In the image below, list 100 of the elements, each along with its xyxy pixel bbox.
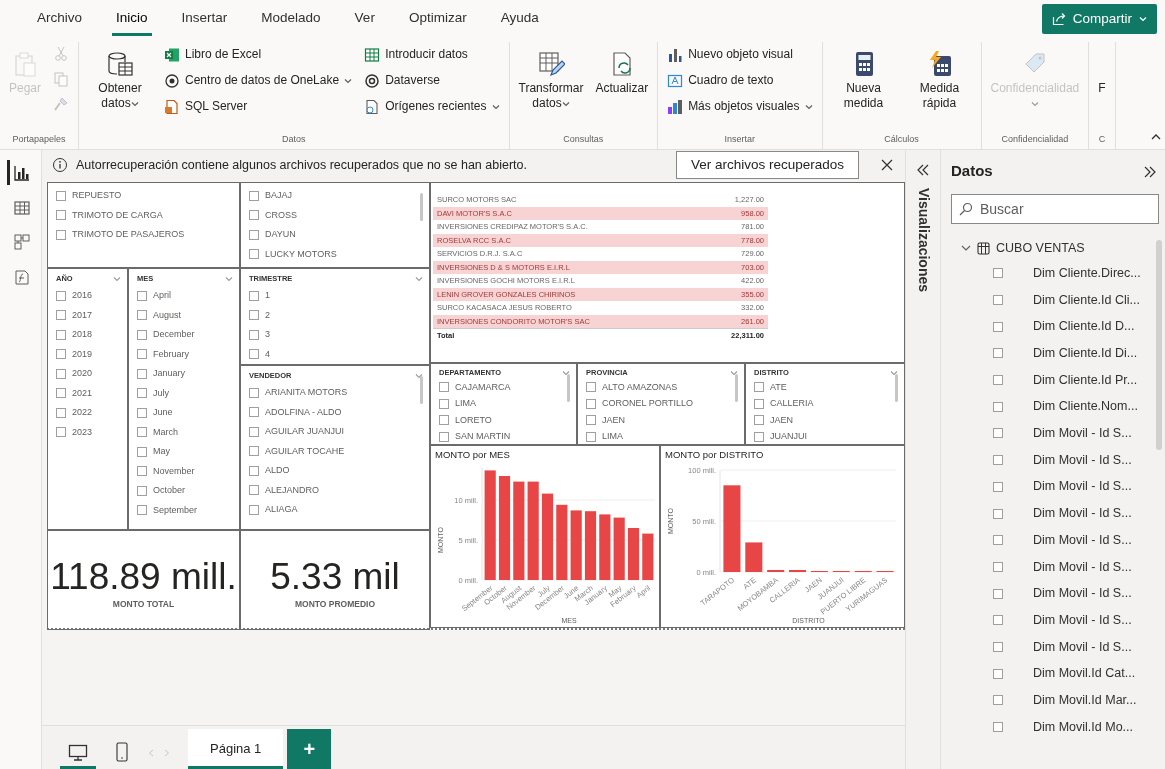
checkbox[interactable] xyxy=(56,229,66,240)
slicer-option[interactable]: 3 xyxy=(249,325,270,345)
checkbox[interactable] xyxy=(249,329,259,340)
slicer-option[interactable]: 2018 xyxy=(56,325,93,345)
slicer-option[interactable]: June xyxy=(137,403,173,423)
slicer-option[interactable]: ATE xyxy=(754,379,787,396)
slicer-option[interactable]: 2021 xyxy=(56,383,93,403)
checkbox[interactable] xyxy=(993,321,1003,332)
field-item[interactable]: Dim Cliente.Id D... xyxy=(951,313,1135,341)
slicer-option[interactable]: January xyxy=(137,364,186,384)
slicer-option[interactable]: September xyxy=(137,500,198,520)
menu-tab[interactable]: Inicio xyxy=(112,2,152,36)
slicer-option[interactable]: CAJAMARCA xyxy=(439,379,511,396)
checkbox[interactable] xyxy=(249,465,259,476)
checkbox[interactable] xyxy=(249,504,259,515)
menu-tab[interactable]: Modelado xyxy=(257,2,325,36)
checkbox[interactable] xyxy=(249,210,259,221)
checkbox[interactable] xyxy=(993,375,1003,386)
slicer-option[interactable]: 2019 xyxy=(56,344,93,364)
checkbox[interactable] xyxy=(249,310,259,321)
slicer-option[interactable]: 4 xyxy=(249,344,270,364)
field-item[interactable]: Dim Movil - Id S... xyxy=(951,580,1132,607)
slicer-option[interactable]: 1 xyxy=(249,286,270,306)
checkbox[interactable] xyxy=(249,290,259,301)
scrollbar[interactable] xyxy=(420,193,423,221)
checkbox[interactable] xyxy=(56,349,66,360)
ribbon-button[interactable]: Transformar datos xyxy=(515,42,587,113)
slicer-option[interactable]: ALDO xyxy=(249,461,290,481)
ribbon-button[interactable]: Nueva medida xyxy=(828,42,899,113)
checkbox[interactable] xyxy=(56,290,66,301)
checkbox[interactable] xyxy=(56,407,66,418)
checkbox[interactable] xyxy=(993,348,1003,359)
checkbox[interactable] xyxy=(137,427,147,438)
menu-tab[interactable]: Insertar xyxy=(177,2,232,36)
add-page-button[interactable]: + xyxy=(287,729,332,769)
checkbox[interactable] xyxy=(249,190,259,201)
ribbon-button[interactable]: Nuevo objeto visual xyxy=(664,42,816,67)
slicer-option[interactable]: October xyxy=(137,481,185,501)
checkbox[interactable] xyxy=(993,535,1003,546)
checkbox[interactable] xyxy=(586,398,596,409)
checkbox[interactable] xyxy=(993,722,1003,733)
slicer-option[interactable]: CORONEL PORTILLO xyxy=(586,395,694,412)
checkbox[interactable] xyxy=(993,615,1003,626)
ribbon-button[interactable]: Centro de datos de OneLake xyxy=(161,68,356,93)
field-item[interactable]: Dim Movil - Id S... xyxy=(951,553,1132,581)
page-tab[interactable]: Página 1 xyxy=(188,728,284,769)
checkbox[interactable] xyxy=(56,310,66,321)
checkbox[interactable] xyxy=(249,249,259,260)
slicer-option[interactable]: ALTO AMAZONAS xyxy=(586,379,678,396)
checkbox[interactable] xyxy=(586,415,596,426)
ribbon-button[interactable]: Obtener datos xyxy=(85,42,156,113)
checkbox[interactable] xyxy=(993,481,1003,492)
checkbox[interactable] xyxy=(993,561,1003,572)
slicer-option[interactable]: February xyxy=(137,344,189,364)
checkbox[interactable] xyxy=(754,415,764,426)
checkbox[interactable] xyxy=(993,455,1003,466)
field-item[interactable]: Dim Movil.Id Mo... xyxy=(951,713,1133,741)
checkbox[interactable] xyxy=(56,368,66,379)
scrollbar[interactable] xyxy=(420,376,423,404)
ribbon-button[interactable]: Cuadro de texto xyxy=(664,68,816,93)
slicer-option[interactable]: May xyxy=(137,442,170,462)
slicer-option[interactable]: CROSS xyxy=(249,205,297,225)
checkbox[interactable] xyxy=(993,695,1003,706)
checkbox[interactable] xyxy=(993,508,1003,519)
slicer-option[interactable]: CALLERIA xyxy=(754,395,814,412)
field-item[interactable]: Dim Movil.Id Cat... xyxy=(951,660,1136,687)
slicer-option[interactable]: LIMA xyxy=(586,428,623,444)
slicer-option[interactable]: AGUILAR TOCAHE xyxy=(249,441,345,461)
slicer-option[interactable]: LIMA xyxy=(439,395,476,412)
slicer-option[interactable]: November xyxy=(137,461,195,481)
checkbox[interactable] xyxy=(993,588,1003,599)
slicer-option[interactable]: ADOLFINA - ALDO xyxy=(249,402,342,422)
slicer-option[interactable]: 2016 xyxy=(56,286,93,306)
checkbox[interactable] xyxy=(993,295,1003,306)
field-item[interactable]: Dim Movil - Id S... xyxy=(951,500,1132,527)
field-item[interactable]: Dim Cliente.Direc... xyxy=(951,260,1141,287)
menu-tab[interactable]: Archivo xyxy=(33,2,86,36)
field-item[interactable]: Dim Movil - Id S... xyxy=(951,633,1132,661)
slicer-option[interactable]: March xyxy=(137,422,178,442)
menu-tab[interactable]: Optimizar xyxy=(404,2,471,36)
slicer-option[interactable]: 2017 xyxy=(56,305,93,325)
checkbox[interactable] xyxy=(137,368,147,379)
checkbox[interactable] xyxy=(586,431,596,442)
checkbox[interactable] xyxy=(754,431,764,442)
slicer-option[interactable]: LORETO xyxy=(439,412,492,429)
recovered-files-button[interactable]: Ver archivos recuperados xyxy=(675,150,859,180)
slicer-option[interactable]: ALEJANDRO xyxy=(249,480,319,500)
field-item[interactable]: Dim Movil.Id Mar... xyxy=(951,687,1137,714)
ribbon-button[interactable]: Medida rápida xyxy=(904,42,975,113)
scrollbar[interactable] xyxy=(1156,240,1162,450)
slicer-option[interactable]: 2022 xyxy=(56,403,93,423)
field-item[interactable]: Dim Movil - Id S... xyxy=(951,446,1132,474)
menu-tab[interactable]: Ayuda xyxy=(496,2,543,36)
slicer-option[interactable]: July xyxy=(137,383,169,403)
field-item[interactable]: Dim Cliente.Id Di... xyxy=(951,340,1138,367)
checkbox[interactable] xyxy=(993,428,1003,439)
ribbon-button[interactable]: Libro de Excel xyxy=(161,42,356,67)
checkbox[interactable] xyxy=(137,349,147,360)
slicer-option[interactable]: SAN MARTIN xyxy=(439,428,511,444)
ribbon-button[interactable]: Más objetos visuales xyxy=(664,94,816,119)
